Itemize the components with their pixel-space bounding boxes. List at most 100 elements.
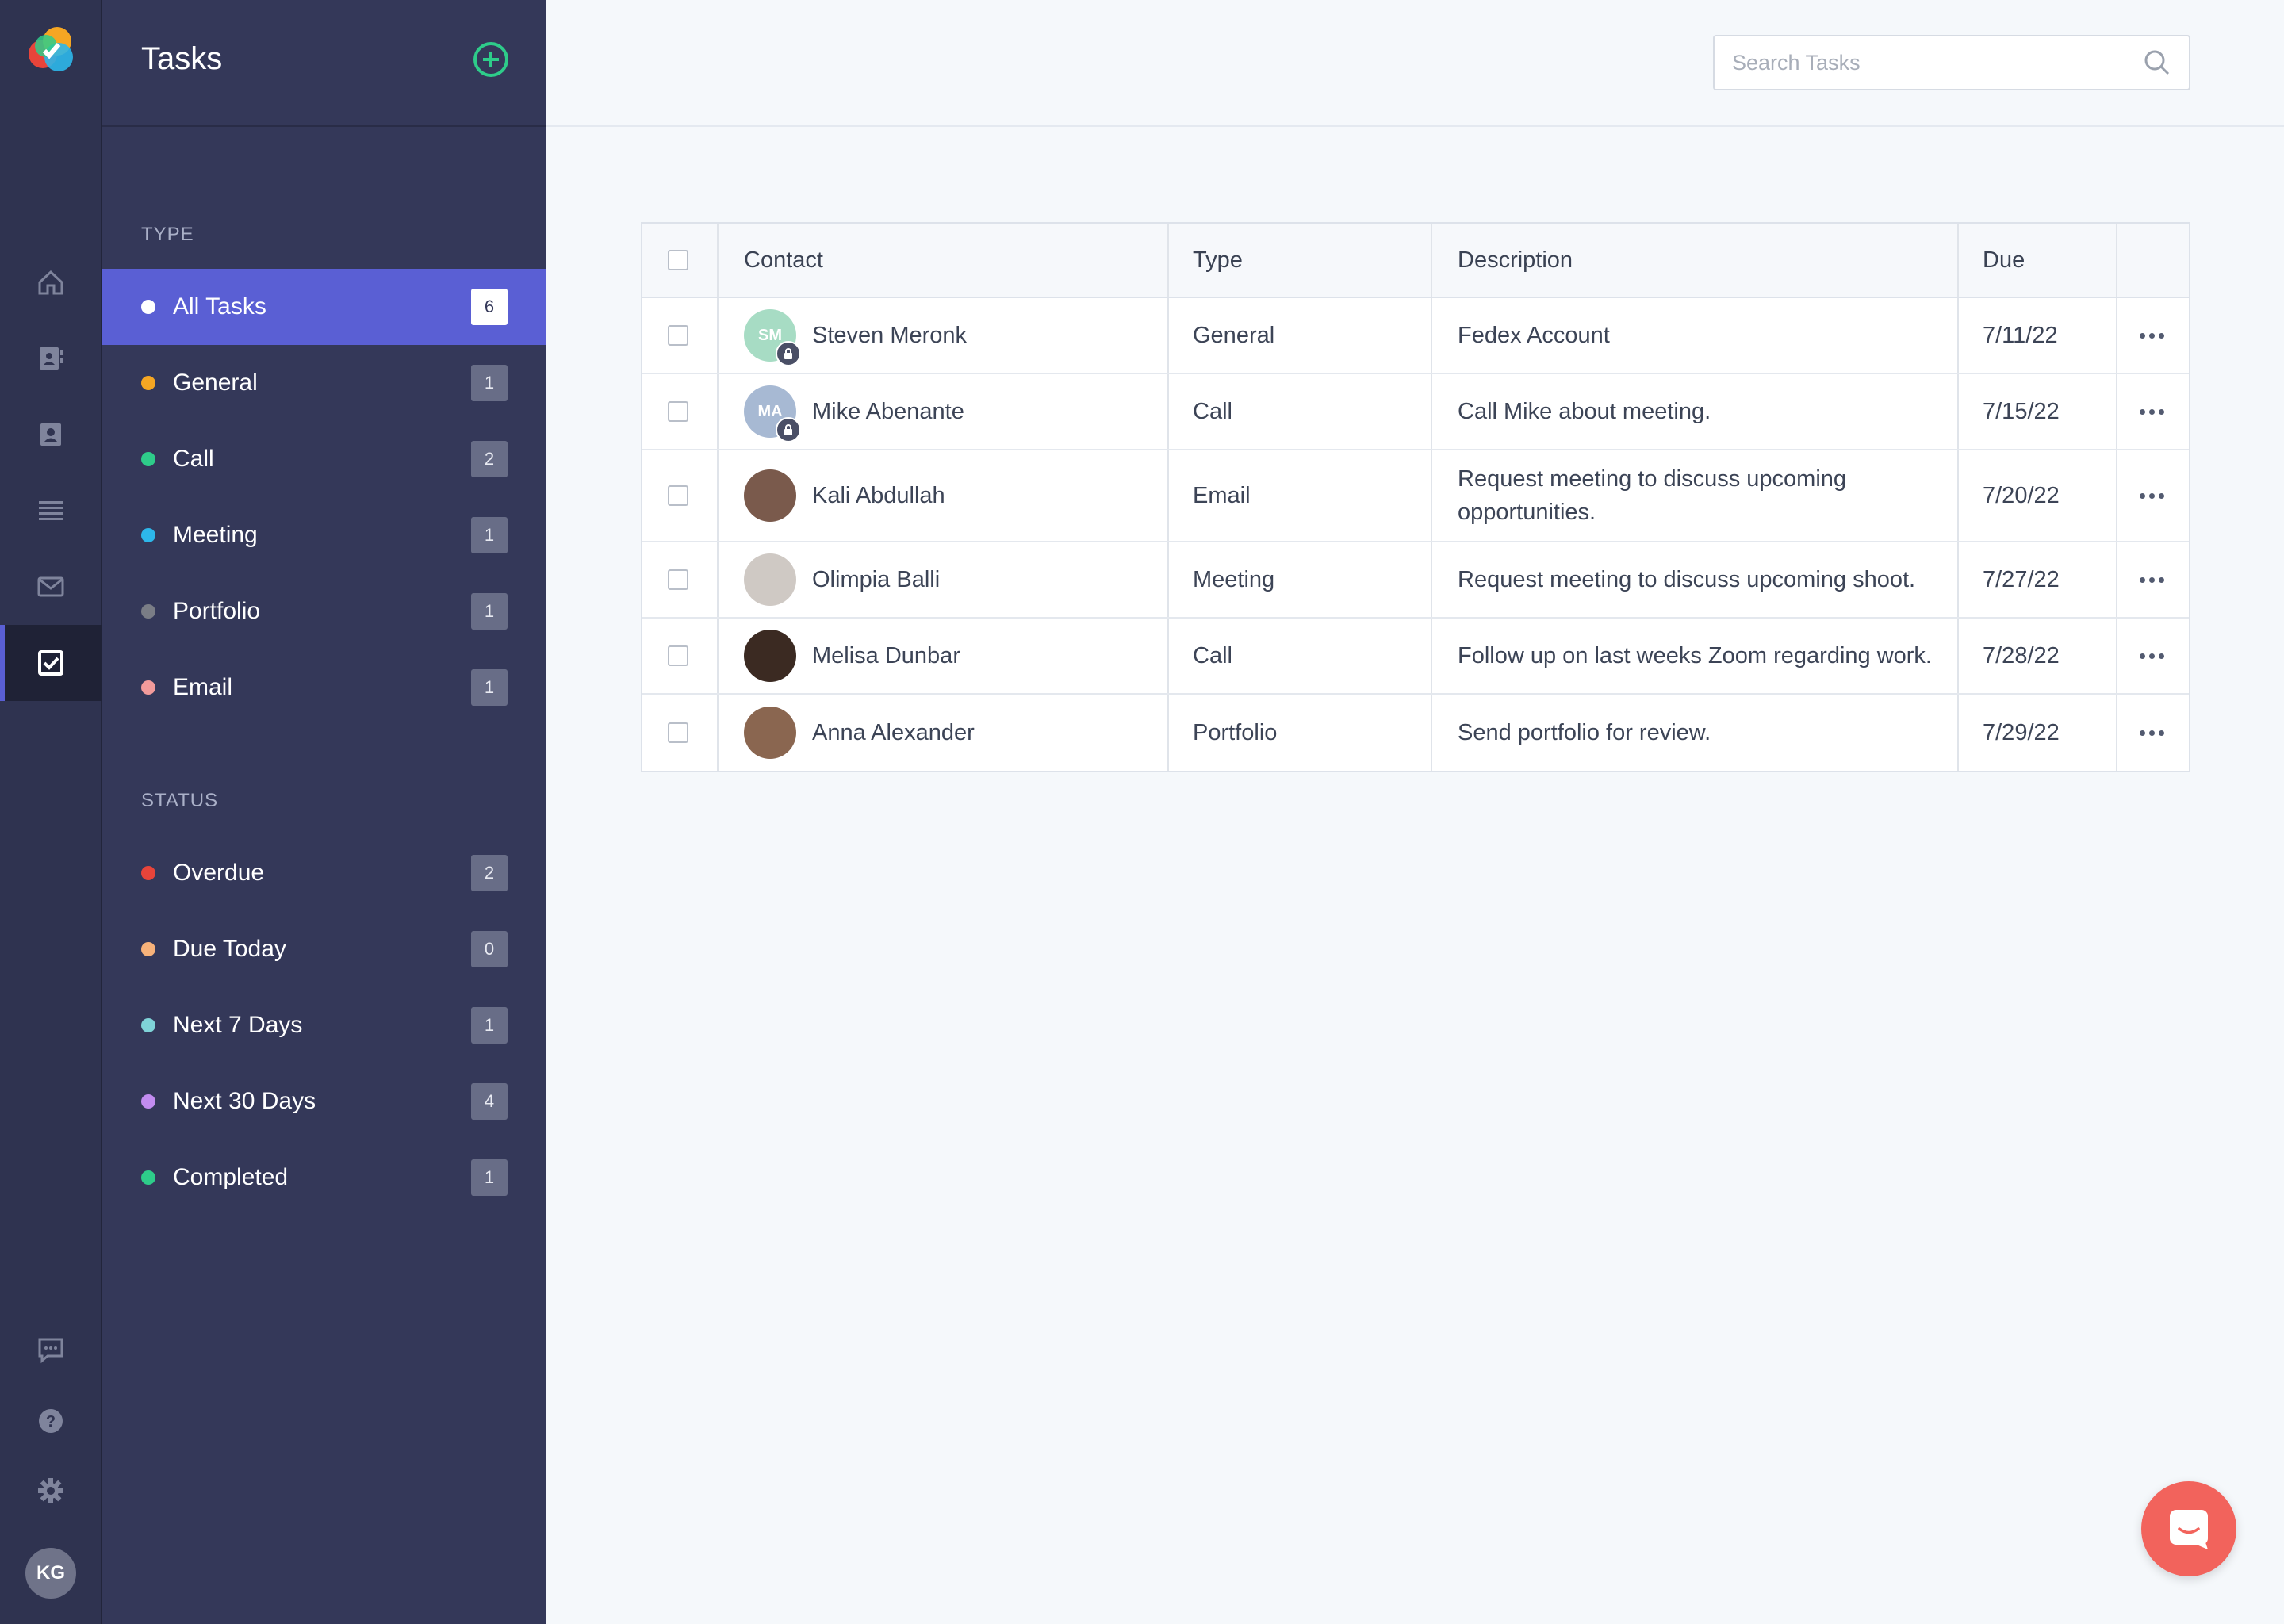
table-row[interactable]: Olimpia Balli Meeting Request meeting to d… — [642, 542, 2189, 619]
row-checkbox[interactable] — [668, 722, 688, 743]
filter-due-today[interactable]: Due Today 0 — [102, 911, 546, 987]
description-cell: Call Mike about meeting. — [1458, 399, 1711, 424]
avatar-initials: MA — [757, 402, 783, 420]
more-options-icon[interactable] — [2140, 332, 2164, 339]
contact-cell[interactable]: SM Steven Meronk — [744, 298, 967, 373]
due-cell: 7/20/22 — [1983, 482, 2060, 508]
row-checkbox-cell — [668, 619, 688, 693]
rail-tasks[interactable] — [0, 625, 102, 701]
filter-label: Call — [173, 446, 214, 472]
row-actions[interactable] — [2140, 542, 2164, 617]
filter-overdue[interactable]: Overdue 2 — [102, 835, 546, 911]
filter-label: Meeting — [173, 522, 258, 548]
status-dot — [141, 1170, 155, 1185]
rail-list[interactable] — [0, 473, 102, 549]
contact-name[interactable]: Steven Meronk — [812, 323, 967, 349]
status-dot — [141, 866, 155, 880]
contact-cell[interactable]: MA Mike Abenante — [744, 374, 964, 449]
contact-name[interactable]: Anna Alexander — [812, 720, 975, 746]
rail-contact-card[interactable] — [0, 396, 102, 473]
row-checkbox[interactable] — [668, 569, 688, 590]
search-icon[interactable] — [2141, 47, 2173, 79]
avatar-initials: SM — [758, 326, 782, 344]
type-cell: General — [1193, 322, 1275, 348]
status-dot — [141, 942, 155, 956]
filter-next-7-days[interactable]: Next 7 Days 1 — [102, 987, 546, 1063]
header-contact[interactable]: Contact — [744, 224, 823, 297]
table-row[interactable]: Kali Abdullah Email Request meeting to dis… — [642, 450, 2189, 542]
select-all-checkbox[interactable] — [668, 250, 688, 270]
contact-name[interactable]: Mike Abenante — [812, 399, 964, 425]
more-options-icon[interactable] — [2140, 492, 2164, 499]
more-options-icon[interactable] — [2140, 576, 2164, 583]
search-box[interactable] — [1713, 35, 2190, 90]
user-avatar[interactable]: KG — [25, 1548, 76, 1599]
search-input[interactable] — [1730, 49, 2141, 76]
filter-call[interactable]: Call 2 — [102, 421, 546, 497]
row-checkbox[interactable] — [668, 401, 688, 422]
filter-label: Next 7 Days — [173, 1012, 303, 1038]
filter-count: 2 — [471, 855, 508, 891]
rail-feedback[interactable] — [0, 1312, 102, 1388]
table-row[interactable]: SM Steven Meronk General Fedex Account 7/11/… — [642, 298, 2189, 374]
rail-settings[interactable] — [0, 1453, 102, 1529]
filter-dot — [141, 452, 155, 466]
filter-label: All Tasks — [173, 293, 266, 320]
row-actions[interactable] — [2140, 298, 2164, 373]
filter-count: 1 — [471, 669, 508, 706]
contact-cell[interactable]: Anna Alexander — [744, 695, 975, 771]
row-actions[interactable] — [2140, 619, 2164, 693]
more-options-icon[interactable] — [2140, 730, 2164, 736]
rail-help[interactable]: ? — [0, 1383, 102, 1459]
row-actions[interactable] — [2140, 695, 2164, 771]
contact-name[interactable]: Melisa Dunbar — [812, 643, 960, 669]
help-icon: ? — [39, 1409, 63, 1433]
header-type[interactable]: Type — [1193, 224, 1243, 297]
filter-dot — [141, 604, 155, 619]
more-options-icon[interactable] — [2140, 653, 2164, 659]
filter-count: 1 — [471, 365, 508, 401]
filter-general[interactable]: General 1 — [102, 345, 546, 421]
filter-all-tasks[interactable]: All Tasks 6 — [102, 269, 546, 345]
row-actions[interactable] — [2140, 374, 2164, 449]
filter-dot — [141, 376, 155, 390]
filter-count: 1 — [471, 517, 508, 553]
filter-dot — [141, 680, 155, 695]
header-due[interactable]: Due — [1983, 224, 2025, 297]
chat-launcher-button[interactable] — [2141, 1481, 2236, 1576]
filter-next-30-days[interactable]: Next 30 Days 4 — [102, 1063, 546, 1139]
contact-cell[interactable]: Melisa Dunbar — [744, 619, 960, 693]
row-checkbox[interactable] — [668, 325, 688, 346]
contact-name[interactable]: Kali Abdullah — [812, 483, 945, 509]
rail-contacts[interactable] — [0, 320, 102, 396]
status-section-label: STATUS — [141, 790, 219, 811]
description-cell: Fedex Account — [1458, 323, 1610, 348]
rail-mail[interactable] — [0, 549, 102, 625]
filter-completed[interactable]: Completed 1 — [102, 1139, 546, 1216]
contact-cell[interactable]: Kali Abdullah — [744, 450, 945, 541]
row-checkbox[interactable] — [668, 485, 688, 506]
app-logo-icon[interactable] — [22, 22, 79, 79]
header-description[interactable]: Description — [1458, 224, 1573, 297]
filter-email[interactable]: Email 1 — [102, 649, 546, 726]
row-checkbox[interactable] — [668, 645, 688, 666]
table-row[interactable]: Anna Alexander Portfolio Send portfolio fo… — [642, 695, 2189, 771]
home-icon — [38, 270, 63, 295]
rail-home[interactable] — [0, 244, 102, 320]
filter-portfolio[interactable]: Portfolio 1 — [102, 573, 546, 649]
table-row[interactable]: MA Mike Abenante Call Call Mike about meeti… — [642, 374, 2189, 450]
tasks-sidebar: Tasks TYPE All Tasks 6 General 1 Call 2 … — [102, 0, 546, 1624]
table-row[interactable]: Melisa Dunbar Call Follow up on last weeks… — [642, 619, 2189, 695]
contact-name[interactable]: Olimpia Balli — [812, 567, 940, 593]
mail-icon — [37, 576, 64, 597]
description-cell: Follow up on last weeks Zoom regarding w… — [1458, 643, 1932, 668]
filter-meeting[interactable]: Meeting 1 — [102, 497, 546, 573]
row-actions[interactable] — [2140, 450, 2164, 541]
add-task-icon[interactable] — [471, 40, 511, 79]
more-options-icon[interactable] — [2140, 408, 2164, 415]
contacts-icon — [40, 347, 63, 370]
contact-cell[interactable]: Olimpia Balli — [744, 542, 940, 617]
lock-icon — [776, 341, 801, 366]
filter-dot — [141, 300, 155, 314]
filter-label: Next 30 Days — [173, 1088, 316, 1114]
